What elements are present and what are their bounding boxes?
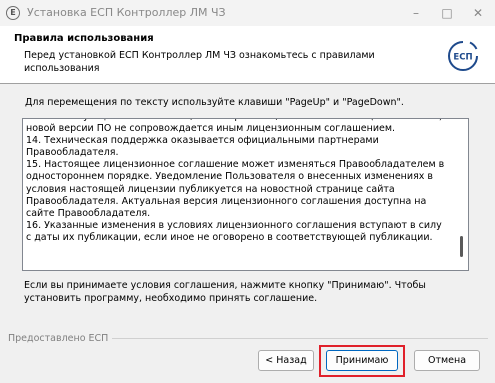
scrollbar-thumb[interactable]	[460, 236, 463, 257]
instruction-text: Для перемещения по тексту используйте кл…	[25, 97, 404, 108]
highlight-frame	[319, 345, 405, 377]
license-text-box[interactable]: Соответствующим соглашением, либо версия…	[22, 118, 469, 271]
license-text: Соответствующим соглашением, либо версия…	[26, 119, 451, 244]
button-bar: < Назад Принимаю Отмена	[0, 344, 495, 383]
esp-logo-icon: ЕСП	[448, 41, 478, 71]
license-line: сайте Правообладателя.	[26, 207, 151, 219]
cancel-button[interactable]: Отмена	[414, 350, 480, 371]
license-line: 14. Техническая поддержка оказывается оф…	[26, 135, 379, 147]
title-bar: Е Установка ЕСП Контроллер ЛМ ЧЗ – □ ✕	[0, 0, 495, 26]
license-line: 15. Настоящее лицензионное соглашение мо…	[26, 159, 445, 171]
license-line: Правообладателя.	[26, 147, 119, 159]
license-line: условия настоящей лицензии публикуется н…	[26, 183, 395, 195]
page-subtitle: Перед установкой ЕСП Контроллер ЛМ ЧЗ оз…	[24, 50, 375, 74]
license-line: Правообладателя. Актуальная версия лицен…	[26, 195, 427, 207]
license-line: одностороннем порядке. Уведомление Польз…	[26, 171, 434, 183]
minimize-button[interactable]: –	[401, 1, 431, 25]
wizard-content: Для перемещения по тексту используйте кл…	[0, 84, 495, 344]
license-line: 16. Указанные изменения в условиях лицен…	[26, 219, 442, 231]
provided-by-label: Предоставлено ЕСП	[8, 333, 113, 344]
page-title: Правила использования	[14, 33, 154, 44]
accept-hint-text: Если вы принимаете условия соглашения, н…	[24, 280, 426, 304]
window-title: Установка ЕСП Контроллер ЛМ ЧЗ	[27, 6, 226, 19]
wizard-header: Правила использования Перед установкой Е…	[0, 26, 495, 83]
license-line: новой версии ПО не сопровождается иным л…	[26, 123, 396, 135]
logo-text: ЕСП	[453, 53, 472, 63]
back-button[interactable]: < Назад	[258, 350, 314, 371]
close-button[interactable]: ✕	[463, 1, 493, 25]
app-icon: Е	[6, 6, 20, 20]
maximize-button[interactable]: □	[432, 1, 462, 25]
license-line: с даты их публикации, если иное не огово…	[26, 231, 433, 243]
